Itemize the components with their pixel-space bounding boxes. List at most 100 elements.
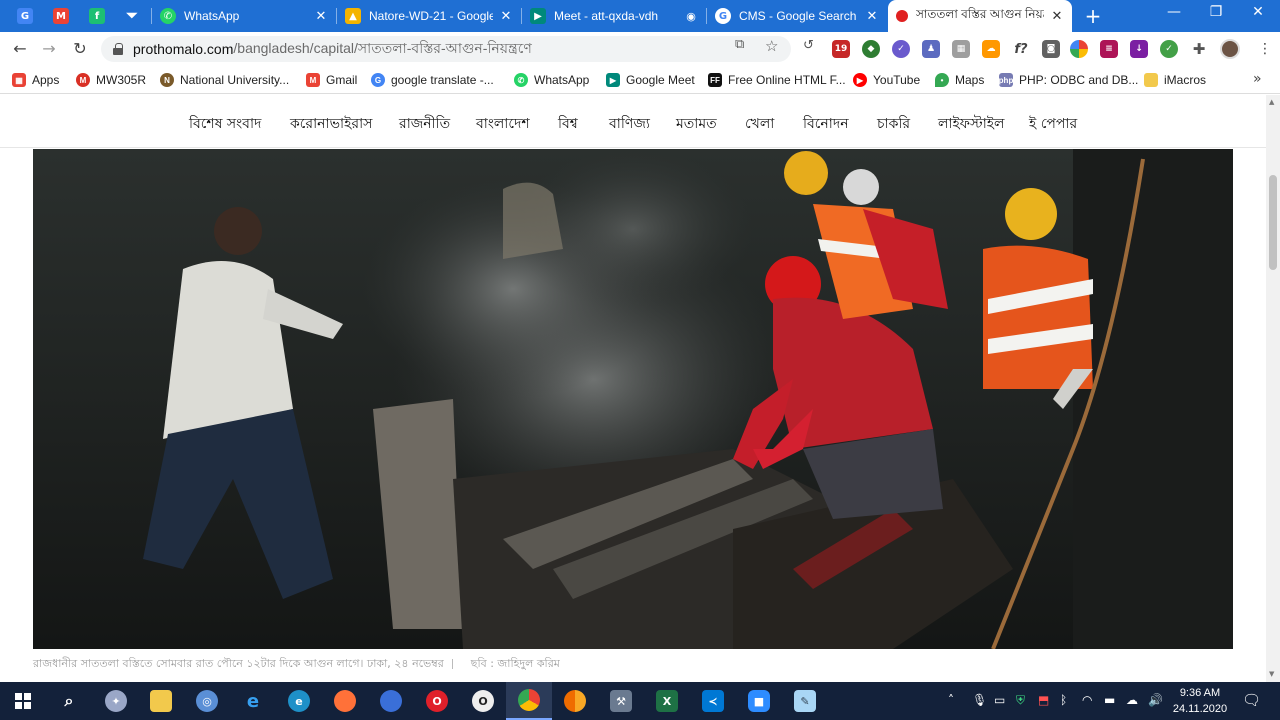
nav-link-lifestyle[interactable]: লাইফস্টাইল <box>938 112 1005 136</box>
tab-google-meet[interactable]: ▶ Meet - att-qxda-vdh ◉ <box>522 3 706 29</box>
shield-extension-icon[interactable]: ◆ <box>862 40 880 58</box>
nav-link-epaper[interactable]: ই পেপার <box>1029 112 1077 136</box>
bookmark-google-meet[interactable]: ▶ Google Meet <box>606 71 695 89</box>
bookmark-gmail[interactable]: M Gmail <box>306 71 357 89</box>
puzzle-extensions-icon[interactable]: ✚ <box>1190 40 1208 58</box>
taskbar-app-edge[interactable]: e <box>276 682 322 720</box>
translate-page-icon[interactable]: ⧉ <box>735 37 744 52</box>
stack-extension-icon[interactable]: ≡ <box>1100 40 1118 58</box>
pinned-tab-gmail[interactable]: M <box>44 3 78 29</box>
notifications-icon[interactable]: 🗨 <box>1242 691 1261 709</box>
close-icon[interactable]: ✕ <box>1050 8 1064 24</box>
nav-link-special-news[interactable]: বিশেষ সংবাদ <box>189 112 261 136</box>
chrome-menu-icon[interactable]: ⋮ <box>1254 38 1276 60</box>
check-extension-icon[interactable]: ✓ <box>892 40 910 58</box>
wifi-icon[interactable]: ◠ <box>1082 693 1092 707</box>
nav-link-politics[interactable]: রাজনীতি <box>399 112 450 136</box>
taskbar-app-chrome[interactable] <box>506 682 552 720</box>
battery-icon[interactable]: ▬ <box>1104 693 1115 707</box>
taskbar-app-notepad[interactable]: ✎ <box>782 682 828 720</box>
back-button[interactable]: ← <box>9 38 31 60</box>
taskbar-app-excel[interactable]: X <box>644 682 690 720</box>
bookmark-star-icon[interactable]: ☆ <box>765 37 778 55</box>
pdf-tray-icon[interactable]: ⬒ <box>1038 693 1049 707</box>
pinned-tab-bookmark[interactable]: ⏷ <box>115 3 149 29</box>
window-close-button[interactable]: ✕ <box>1238 4 1278 20</box>
bookmark-apps[interactable]: ▦ Apps <box>12 71 59 89</box>
tab-whatsapp[interactable]: ✆ WhatsApp ✕ <box>152 3 336 29</box>
formula-extension-icon[interactable]: f? <box>1012 40 1030 58</box>
nav-link-business[interactable]: বাণিজ্য <box>609 112 650 136</box>
bluetooth-icon[interactable]: ᛒ <box>1060 693 1067 707</box>
taskbar-app-vscode[interactable]: ≺ <box>690 682 736 720</box>
pinned-tab-google-translate[interactable]: G <box>8 3 42 29</box>
cloud-sync-icon[interactable]: ☁ <box>1126 693 1138 707</box>
nav-link-world[interactable]: বিশ্ব <box>558 112 578 136</box>
show-hidden-icons-icon[interactable]: ˄ <box>948 693 954 707</box>
profile-avatar[interactable] <box>1220 39 1240 59</box>
nav-link-bangladesh[interactable]: বাংলাদেশ <box>476 112 530 136</box>
download-extension-icon[interactable]: ↓ <box>1130 40 1148 58</box>
taskbar-app-firefox-developer[interactable] <box>368 682 414 720</box>
nav-link-entertainment[interactable]: বিনোদন <box>803 112 849 136</box>
taskbar-search-button[interactable]: ⌕ <box>46 682 92 720</box>
taskbar-app-network[interactable]: ◎ <box>184 682 230 720</box>
restore-button[interactable]: ❐ <box>1196 4 1236 20</box>
tab-natore-wd-21[interactable]: ▲ Natore-WD-21 - Google ✕ <box>337 3 521 29</box>
taskbar-app-tools[interactable]: ⚒ <box>598 682 644 720</box>
bookmark-maps[interactable]: • Maps <box>935 71 984 89</box>
page-scrollbar[interactable]: ▲ ▼ <box>1266 95 1280 682</box>
taskbar-app-stardict[interactable]: ✦ <box>93 682 139 720</box>
bookmarks-overflow-icon[interactable]: » <box>1253 71 1262 87</box>
bookmark-google-translate[interactable]: Ggoogle translate -... <box>371 71 494 89</box>
start-button[interactable] <box>0 682 46 720</box>
firefox-dev-icon <box>380 690 402 712</box>
scroll-down-icon[interactable]: ▼ <box>1269 670 1274 678</box>
scrollbar-thumb[interactable] <box>1269 175 1277 270</box>
forward-button[interactable]: → <box>38 38 60 60</box>
taskbar-app-opera[interactable]: O <box>414 682 460 720</box>
microphone-icon[interactable]: 🎙 <box>972 693 987 707</box>
abp-extension-icon[interactable]: 19 <box>832 40 850 58</box>
close-icon[interactable]: ✕ <box>499 8 513 24</box>
bookmark-youtube[interactable]: ▶ YouTube <box>853 71 920 89</box>
history-icon[interactable]: ↺ <box>803 38 814 53</box>
minimize-button[interactable]: — <box>1154 4 1194 20</box>
nav-link-coronavirus[interactable]: করোনাভাইরাস <box>290 112 372 136</box>
volume-icon[interactable]: 🔊 <box>1148 693 1163 707</box>
scroll-up-icon[interactable]: ▲ <box>1269 98 1274 106</box>
bookmark-national-university[interactable]: N National University... <box>160 71 289 89</box>
taskbar-app-zoom[interactable]: ■ <box>736 682 782 720</box>
person-extension-icon[interactable]: ♟ <box>922 40 940 58</box>
app-extension-icon[interactable]: ▦ <box>952 40 970 58</box>
whatsapp-icon: ✆ <box>160 8 176 24</box>
bookmark-imacros[interactable]: iMacros <box>1144 71 1206 89</box>
network-tray-icon[interactable]: ▭ <box>994 693 1005 707</box>
nav-link-sports[interactable]: খেলা <box>745 112 774 136</box>
taskbar-app-firefox[interactable] <box>322 682 368 720</box>
bookmark-php-odbc[interactable]: php PHP: ODBC and DB... <box>999 71 1138 89</box>
taskbar-app-opera-gx[interactable]: O <box>460 682 506 720</box>
taskbar-app-chrome-canary[interactable] <box>552 682 598 720</box>
bookmark-whatsapp[interactable]: ✆ WhatsApp <box>514 71 589 89</box>
taskbar-app-file-explorer[interactable] <box>138 682 184 720</box>
google-extension-icon[interactable] <box>1070 40 1088 58</box>
close-icon[interactable]: ✕ <box>314 8 328 24</box>
bookmark-free-online-html[interactable]: FF Free Online HTML F... <box>708 71 846 89</box>
nav-link-jobs[interactable]: চাকরি <box>877 112 910 136</box>
cloud-extension-icon[interactable]: ☁ <box>982 40 1000 58</box>
system-clock[interactable]: 9:36 AM 24.11.2020 <box>1170 685 1230 717</box>
tab-cms-google-search[interactable]: G CMS - Google Search ✕ <box>707 3 887 29</box>
pinned-tab-fiverr[interactable]: f <box>80 3 114 29</box>
address-bar[interactable]: prothomalo.com/bangladesh/capital/সাততলা… <box>101 36 791 62</box>
new-tab-button[interactable]: + <box>1082 5 1104 27</box>
close-icon[interactable]: ✕ <box>865 8 879 24</box>
green-check-extension-icon[interactable]: ✓ <box>1160 40 1178 58</box>
nav-link-opinion[interactable]: মতামত <box>676 112 717 136</box>
taskbar-app-internet-explorer[interactable]: e <box>230 682 276 720</box>
tab-prothomalo-active[interactable]: সাততলা বস্তির আগুন নিয়ন্ত্রণে ✕ <box>888 0 1072 32</box>
bookmark-mw305r[interactable]: M MW305R <box>76 71 146 89</box>
reload-button[interactable]: ↻ <box>69 38 91 60</box>
camera-extension-icon[interactable]: ◙ <box>1042 40 1060 58</box>
security-shield-icon[interactable]: ⛨ <box>1016 693 1025 708</box>
